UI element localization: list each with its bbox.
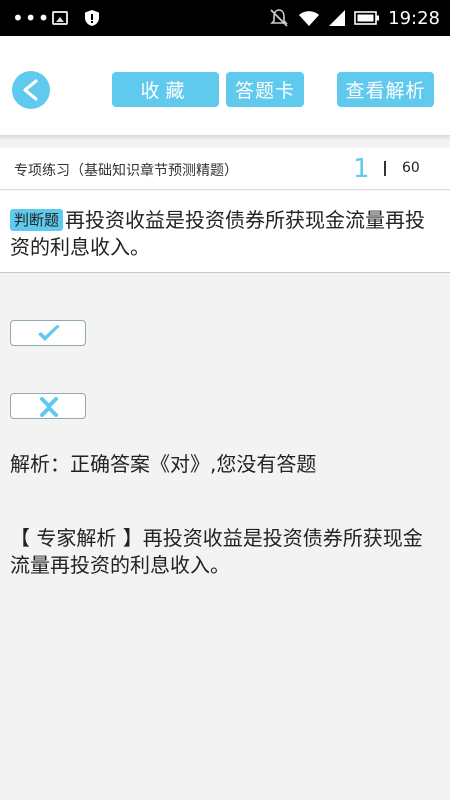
answer-analysis: 解析：正确答案《对》,您没有答题 [10, 452, 317, 476]
section-title: 专项练习（基础知识章节预测精题） [14, 163, 238, 179]
wifi-icon [299, 11, 320, 26]
image-icon [52, 11, 68, 25]
shield-icon [85, 10, 99, 26]
silent-icon [270, 9, 289, 27]
current-question-number: 1 [353, 154, 370, 184]
x-icon [40, 397, 58, 417]
practice-info-bar: 专项练习（基础知识章节预测精题） 1 60 [0, 148, 450, 190]
answer-true-button[interactable] [10, 320, 86, 346]
total-question-count: 60 [402, 160, 420, 176]
more-dots-icon: ••• [12, 6, 51, 30]
toolbar: 收藏 答题卡 查看解析 [0, 36, 450, 136]
answer-card-button[interactable]: 答题卡 [226, 72, 304, 107]
signal-icon [329, 10, 346, 26]
expert-analysis: 【 专家解析 】再投资收益是投资债券所获现金流量再投资的利息收入。 [10, 526, 423, 577]
question-type-badge: 判断题 [10, 209, 64, 231]
status-bar: ••• 19:28 [0, 0, 450, 36]
check-icon [38, 325, 60, 341]
question-panel: 判断题 再投资收益是投资债券所获现金流量再投资的利息收入。 [0, 191, 450, 273]
status-time: 19:28 [388, 7, 440, 29]
view-analysis-button[interactable]: 查看解析 [337, 72, 434, 107]
question-text: 再投资收益是投资债券所获现金流量再投资的利息收入。 [10, 208, 426, 259]
question-stem: 判断题 再投资收益是投资债券所获现金流量再投资的利息收入。 [10, 207, 440, 261]
answer-false-button[interactable] [10, 393, 86, 419]
favorite-button[interactable]: 收藏 [112, 72, 219, 107]
page-separator [384, 161, 386, 176]
battery-icon [354, 11, 380, 25]
back-button[interactable] [12, 71, 50, 109]
back-arrow-icon [23, 79, 38, 101]
